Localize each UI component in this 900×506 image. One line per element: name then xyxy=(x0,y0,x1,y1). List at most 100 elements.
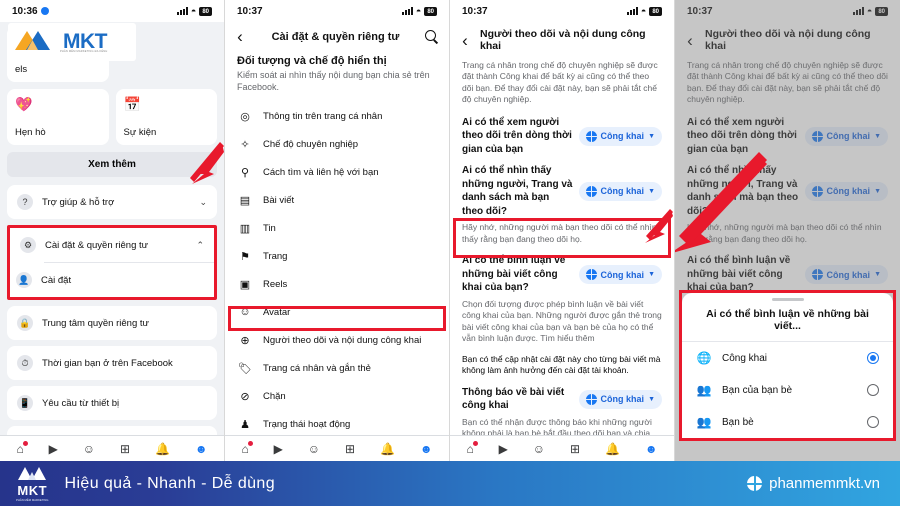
find-contact-icon: ⚲ xyxy=(240,166,250,179)
modal-option-friends-of-friends[interactable]: 👥 Bạn của bạn bè xyxy=(682,374,893,406)
profile-tab[interactable]: ☻ xyxy=(641,443,661,461)
menu-item-find-contact[interactable]: ⚲ Cách tìm và liên hệ với bạn xyxy=(237,158,437,186)
lock-icon: 🔒 xyxy=(17,315,33,331)
list-item-privacy-center[interactable]: 🔒 Trung tâm quyền riêng tư xyxy=(7,306,217,340)
menu-item-professional-mode[interactable]: ✧ Chế độ chuyên nghiệp xyxy=(237,130,437,158)
setting-row-who-can-see-following[interactable]: Ai có thể nhìn thấy những người, Trang v… xyxy=(462,164,662,218)
status-right: ◓ 80 xyxy=(626,6,662,16)
mkt-mountain-icon xyxy=(18,466,47,480)
setting-question: Thông báo về bài viết công khai xyxy=(462,386,565,412)
modal-option-friends[interactable]: 👥 Bạn bè xyxy=(682,406,893,438)
menu-item-label: Trạng thái hoạt động xyxy=(263,418,351,430)
menu-item-blocking[interactable]: ⊘ Chặn xyxy=(237,382,437,410)
notifications-tab[interactable]: 🔔 xyxy=(605,443,620,455)
section-title: Đối tượng và chế độ hiển thị xyxy=(237,55,387,67)
marketplace-tab[interactable]: ⊞ xyxy=(570,443,580,455)
setting-question: Ai có thể bình luận về những bài viết cô… xyxy=(462,255,566,294)
radio-button[interactable] xyxy=(867,416,879,428)
stories-icon: ▥ xyxy=(239,222,251,235)
radio-button[interactable] xyxy=(867,384,879,396)
signal-icon xyxy=(626,7,638,15)
see-more-button[interactable]: Xem thêm xyxy=(7,152,217,177)
bottom-tab-bar: ⌂ ▶ ☺ ⊞ 🔔 ☻ xyxy=(0,435,224,461)
tile-label: els xyxy=(15,64,28,75)
list-item-label: Cài đặt & quyền riêng tư xyxy=(45,239,149,251)
setting-row-who-can-see-followers[interactable]: Ai có thể xem người theo dõi trên dòng t… xyxy=(462,116,662,157)
menu-item-label: Chặn xyxy=(263,390,286,402)
menu-item-label: Thông tin trên trang cá nhân xyxy=(263,110,383,122)
status-time: 10:37 xyxy=(462,5,488,17)
menu-item-label: Trang cá nhân và gắn thẻ xyxy=(263,362,371,374)
menu-item-followers-public-content[interactable]: ⊕ Người theo dõi và nội dung công khai xyxy=(237,326,437,354)
footer-logo: MKT PHẦN MỀM MARKETING xyxy=(16,466,48,502)
video-tab[interactable]: ▶ xyxy=(499,443,508,455)
screenshot-root: 10:36 ◓ 80 ▶ els 💖 Hẹn hò xyxy=(0,0,900,506)
battery-icon: 80 xyxy=(199,6,212,16)
audience-selector[interactable]: Công khai ▼ xyxy=(578,389,662,409)
heart-icon: 💖 xyxy=(15,96,33,112)
marketplace-tab[interactable]: ⊞ xyxy=(120,443,130,455)
list-item-settings-privacy[interactable]: ⚙ Cài đặt & quyền riêng tư ⌃ xyxy=(10,228,214,262)
blocking-icon: ⊘ xyxy=(240,390,250,403)
home-tab[interactable]: ⌂ xyxy=(241,440,253,455)
radio-button-selected[interactable] xyxy=(867,352,879,364)
footer-website-group[interactable]: phanmemmkt.vn xyxy=(747,475,880,492)
globe-icon xyxy=(747,476,763,491)
menu-item-reels[interactable]: ▣ Reels xyxy=(237,270,437,298)
menu-item-pages[interactable]: ⚑ Trang xyxy=(237,242,437,270)
setting-note-secondary: Bạn có thể cập nhật cài đặt này cho từng… xyxy=(462,353,661,376)
profile-tagging-icon: 🏷 xyxy=(238,362,252,375)
menu-item-label: Người theo dõi và nội dung công khai xyxy=(263,334,422,346)
profile-tab[interactable]: ☻ xyxy=(191,443,211,461)
bottom-tab-bar: ⌂ ▶ ☺ ⊞ 🔔 ☻ xyxy=(450,435,674,461)
tile-dating[interactable]: 💖 Hẹn hò xyxy=(7,89,109,145)
footer-wordmark: MKT xyxy=(17,482,48,498)
page-title: Cài đặt & quyền riêng tư xyxy=(271,30,400,43)
menu-item-posts[interactable]: ▤ Bài viết xyxy=(237,186,437,214)
tile-label: Hẹn hò xyxy=(15,127,46,138)
groups-tab[interactable]: ☺ xyxy=(308,443,320,455)
signal-icon xyxy=(176,7,188,15)
status-bar: 10:37 ◓ 80 xyxy=(225,0,449,22)
status-left: 10:37 xyxy=(237,6,263,17)
question-icon: ? xyxy=(17,194,33,210)
notifications-tab[interactable]: 🔔 xyxy=(155,443,170,455)
setting-row-public-post-notifications[interactable]: Thông báo về bài viết công khai Công kha… xyxy=(462,386,662,413)
marketplace-tab[interactable]: ⊞ xyxy=(345,443,355,455)
notifications-tab[interactable]: 🔔 xyxy=(380,443,395,455)
groups-tab[interactable]: ☺ xyxy=(83,443,95,455)
list-item-time-on-facebook[interactable]: ⏱ Thời gian bạn ở trên Facebook xyxy=(7,346,217,380)
video-tab[interactable]: ▶ xyxy=(49,443,58,455)
list-item-label: Thời gian bạn ở trên Facebook xyxy=(42,357,173,369)
page-title: Người theo dõi và nội dung công khai xyxy=(480,28,646,52)
audience-selector[interactable]: Công khai ▼ xyxy=(578,126,662,146)
search-icon[interactable] xyxy=(424,29,439,44)
back-chevron-icon[interactable]: ‹ xyxy=(458,32,472,49)
panel2-body: Đối tượng và chế độ hiển thị Kiểm soát a… xyxy=(225,55,449,461)
battery-icon: 80 xyxy=(424,6,437,16)
setting-row-who-can-comment[interactable]: Ai có thể bình luận về những bài viết cô… xyxy=(462,254,662,295)
home-tab[interactable]: ⌂ xyxy=(466,440,478,455)
tile-events[interactable]: 📅 Sự kiện xyxy=(115,89,217,145)
globe-icon xyxy=(585,393,598,406)
list-item-device-requests[interactable]: 📱 Yêu cầu từ thiết bị xyxy=(7,386,217,420)
video-tab[interactable]: ▶ xyxy=(274,443,283,455)
footer-tagline: PHẦN MỀM MARKETING xyxy=(16,497,49,502)
profile-tab[interactable]: ☻ xyxy=(416,443,436,461)
groups-tab[interactable]: ☺ xyxy=(533,443,545,455)
list-item-settings[interactable]: 👤 Cài đặt xyxy=(10,263,214,297)
panel3-body: Trang cá nhân trong chế độ chuyên nghiệp… xyxy=(450,60,674,461)
menu-item-profile-info[interactable]: ◎ Thông tin trên trang cá nhân xyxy=(237,102,437,130)
audience-selector[interactable]: Công khai ▼ xyxy=(578,181,662,201)
back-chevron-icon[interactable]: ‹ xyxy=(233,28,247,45)
home-tab[interactable]: ⌂ xyxy=(16,440,28,455)
list-item-help[interactable]: ? Trợ giúp & hỗ trợ ⌄ xyxy=(7,185,217,219)
menu-item-profile-tagging[interactable]: 🏷 Trang cá nhân và gắn thẻ xyxy=(237,354,437,382)
menu-item-stories[interactable]: ▥ Tin xyxy=(237,214,437,242)
clock-icon: ⏱ xyxy=(17,355,33,371)
notification-dot xyxy=(247,440,253,446)
modal-option-public[interactable]: 🌐 Công khai xyxy=(682,342,893,374)
audience-selector[interactable]: Công khai ▼ xyxy=(578,265,662,285)
drag-handle[interactable] xyxy=(771,298,804,301)
menu-item-avatar[interactable]: ☺ Avatar xyxy=(237,298,437,326)
